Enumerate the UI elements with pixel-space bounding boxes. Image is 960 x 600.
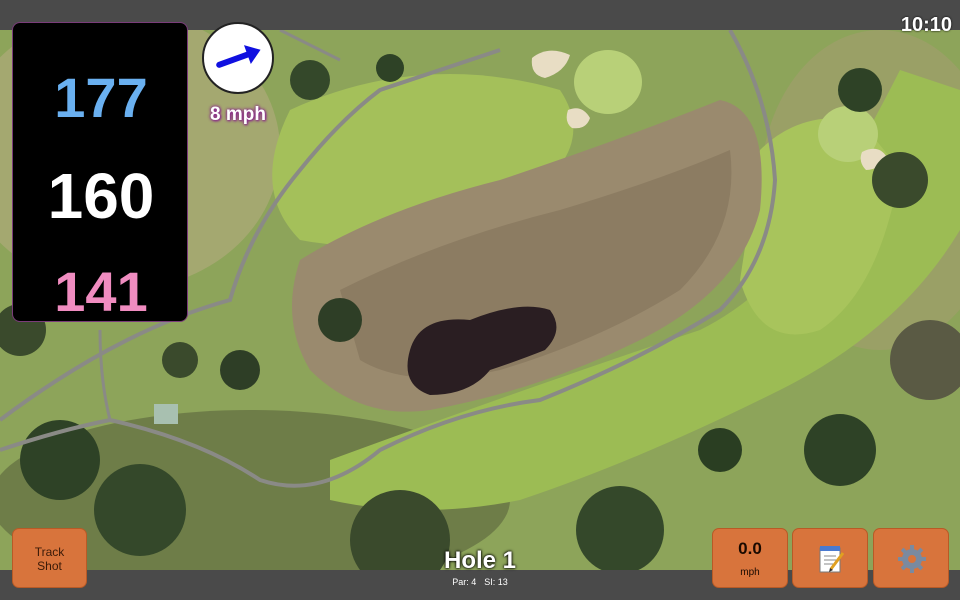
hole-stroke-index: SI: 13 bbox=[484, 577, 508, 587]
hole-info: Par: 4 SI: 13 bbox=[380, 577, 580, 587]
wind-indicator bbox=[202, 22, 274, 94]
back-distance: 177 bbox=[54, 66, 148, 129]
hole-par: Par: 4 bbox=[452, 577, 477, 587]
wind-arrow-icon bbox=[216, 45, 261, 68]
front-distance: 141 bbox=[54, 260, 148, 323]
speed-unit: mph bbox=[740, 567, 760, 578]
distance-panel: 177 160 141 bbox=[12, 22, 188, 323]
track-shot-label-line1: Track bbox=[34, 545, 65, 559]
speed-value: 0.0 bbox=[738, 539, 762, 558]
gear-icon bbox=[898, 545, 926, 573]
settings-button[interactable] bbox=[873, 528, 949, 588]
wind-speed: 8 mph bbox=[210, 104, 266, 125]
middle-distance: 160 bbox=[47, 160, 155, 232]
notepad-icon bbox=[819, 546, 845, 573]
hole-title: Hole 1 bbox=[443, 547, 517, 574]
track-shot-button[interactable]: Track Shot bbox=[12, 528, 87, 588]
notes-button[interactable] bbox=[792, 528, 868, 588]
clock: 10:10 bbox=[900, 14, 952, 36]
speed-button[interactable]: 0.0 mph bbox=[712, 528, 788, 588]
track-shot-label-line2: Shot bbox=[37, 559, 62, 573]
